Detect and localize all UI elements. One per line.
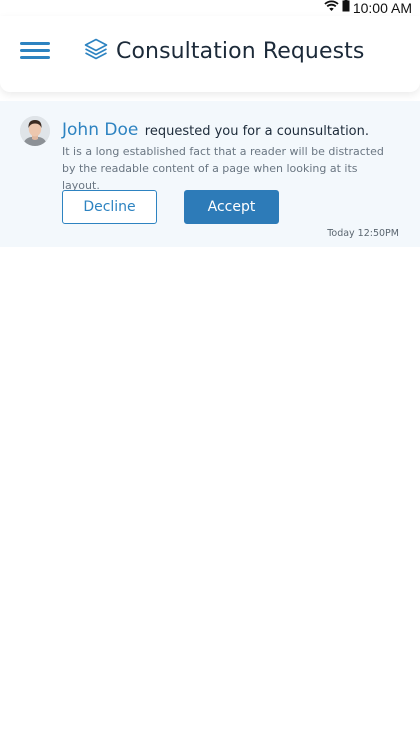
request-action-text: requested you for a counsultation. xyxy=(144,124,370,139)
menu-icon[interactable] xyxy=(20,40,50,62)
avatar xyxy=(20,116,50,146)
page-title: Consultation Requests xyxy=(116,39,365,64)
user-name[interactable]: John Doe xyxy=(62,120,138,140)
wifi-icon xyxy=(324,0,339,17)
battery-icon xyxy=(342,0,350,17)
title-group: Consultation Requests xyxy=(84,38,364,65)
status-bar: 10:00 AM xyxy=(0,0,420,16)
accept-button[interactable]: Accept xyxy=(184,190,279,224)
layers-icon xyxy=(84,38,108,65)
decline-button[interactable]: Decline xyxy=(62,190,157,224)
status-icons: 10:00 AM xyxy=(324,0,412,16)
status-time: 10:00 AM xyxy=(352,0,412,16)
consultation-request-card: John Doe requested you for a counsultati… xyxy=(0,101,420,247)
request-title: John Doe requested you for a counsultati… xyxy=(62,120,369,140)
request-description: It is a long established fact that a rea… xyxy=(62,145,384,192)
app-bar: Consultation Requests xyxy=(0,16,420,92)
timestamp: Today 12:50PM xyxy=(327,228,399,239)
